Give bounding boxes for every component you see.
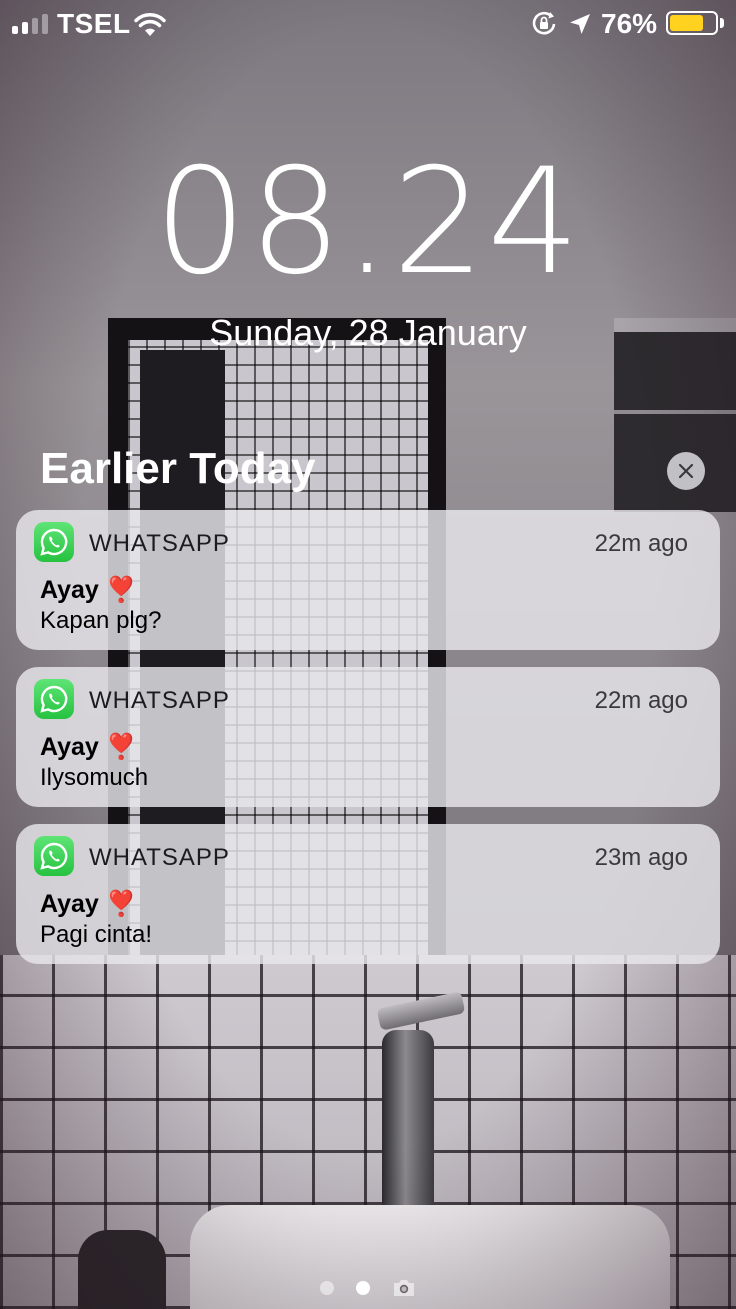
page-dot[interactable]: [320, 1281, 334, 1295]
notification-sender: Ayay ❣️: [40, 576, 137, 604]
whatsapp-icon: [34, 679, 74, 719]
whatsapp-icon: [34, 836, 74, 876]
status-bar: TSEL 76%: [0, 0, 736, 48]
notification-message: Pagi cinta!: [40, 921, 153, 948]
page-indicator[interactable]: [0, 1278, 736, 1298]
clear-notifications-button[interactable]: [667, 452, 705, 490]
notification-sender: Ayay ❣️: [40, 733, 137, 761]
carrier-name: TSEL: [57, 8, 131, 39]
notification-time: 22m ago: [594, 687, 688, 714]
lock-screen-date: Sunday, 28 January: [209, 312, 527, 353]
notification-card[interactable]: WHATSAPP 22m ago Ayay ❣️ Ilysomuch: [16, 667, 720, 807]
rotation-lock-icon: [532, 11, 556, 35]
whatsapp-icon: [34, 522, 74, 562]
notification-app-name: WHATSAPP: [89, 530, 230, 557]
notification-card[interactable]: WHATSAPP 23m ago Ayay ❣️ Pagi cinta!: [16, 824, 720, 964]
wifi-icon: [134, 13, 166, 36]
close-icon: [678, 463, 694, 479]
battery-percentage: 76%: [601, 8, 658, 39]
notification-app-name: WHATSAPP: [89, 687, 230, 714]
lock-screen-time: 08.24: [154, 137, 582, 307]
section-title: Earlier Today: [40, 444, 316, 493]
location-arrow-icon: [570, 14, 590, 34]
notification-app-name: WHATSAPP: [89, 844, 230, 871]
notification-sender: Ayay ❣️: [40, 890, 137, 918]
notification-card[interactable]: WHATSAPP 22m ago Ayay ❣️ Kapan plg?: [16, 510, 720, 650]
notification-message: Kapan plg?: [40, 607, 162, 634]
notification-message: Ilysomuch: [40, 764, 149, 791]
notification-time: 23m ago: [594, 844, 688, 871]
page-dot-active[interactable]: [356, 1281, 370, 1295]
camera-icon[interactable]: [392, 1278, 416, 1298]
notification-time: 22m ago: [594, 530, 688, 557]
battery-icon: [666, 11, 718, 35]
signal-strength-icon: [12, 12, 48, 34]
